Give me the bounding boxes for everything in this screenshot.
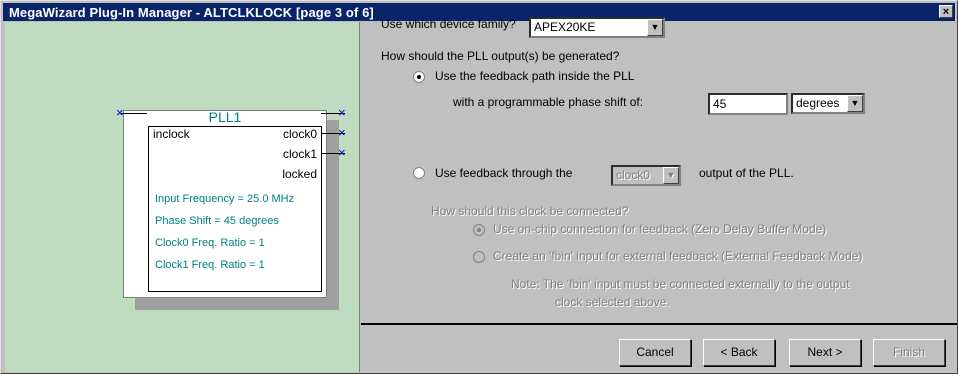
next-button[interactable]: Next > xyxy=(789,339,861,366)
radio-fbin-label: Create an 'fbin' input for external feed… xyxy=(493,249,863,263)
info-clock1-ratio: Clock1 Freq. Ratio = 1 xyxy=(155,259,265,271)
finish-button[interactable]: Finish xyxy=(873,339,945,366)
info-input-frequency: Input Frequency = 25.0 MHz xyxy=(155,193,295,205)
phase-shift-input[interactable]: 45 xyxy=(708,93,788,115)
port-clock0: clock0 xyxy=(282,127,317,141)
port-inclock: inclock xyxy=(153,127,190,141)
note-line-2: clock selected above. xyxy=(555,295,670,309)
phase-shift-label: with a programmable phase shift of: xyxy=(453,95,644,109)
output-question: How should the PLL output(s) be generate… xyxy=(381,49,620,63)
family-question: Use which device family? xyxy=(381,17,516,31)
radio-zero-delay[interactable] xyxy=(473,224,485,236)
radio-internal-feedback[interactable] xyxy=(413,71,425,83)
note-line-1: Note: The 'fbin' input must be connected… xyxy=(511,277,850,291)
cancel-button[interactable]: Cancel xyxy=(619,339,691,366)
external-feedback-suffix: output of the PLL. xyxy=(699,166,794,180)
phase-unit-select[interactable]: degrees ▼ xyxy=(791,93,865,114)
connect-question: How should this clock be connected? xyxy=(431,204,629,218)
feedback-clock-select[interactable]: clock0 ▼ xyxy=(611,165,681,186)
window-title: MegaWizard Plug-In Manager - ALTCLKLOCK … xyxy=(9,4,374,20)
wizard-window: MegaWizard Plug-In Manager - ALTCLKLOCK … xyxy=(0,0,958,374)
radio-fbin[interactable] xyxy=(473,251,485,263)
symbol-name: PLL1 xyxy=(208,109,242,125)
radio-external-feedback[interactable] xyxy=(413,167,425,179)
pin-marker-clock1[interactable]: × xyxy=(338,126,346,139)
radio-internal-feedback-label: Use the feedback path inside the PLL xyxy=(435,69,635,83)
info-clock0-ratio: Clock0 Freq. Ratio = 1 xyxy=(155,237,265,249)
symbol-body: inclock clock0 clock1 locked Input Frequ… xyxy=(148,126,322,292)
radio-zero-delay-label: Use on-chip connection for feedback (Zer… xyxy=(493,222,827,236)
info-phase-shift: Phase Shift = 45 degrees xyxy=(155,215,279,227)
chevron-down-icon[interactable]: ▼ xyxy=(647,19,663,36)
device-family-select[interactable]: APEX20KE ▼ xyxy=(529,17,665,38)
radio-external-feedback-label: Use feedback through the xyxy=(435,166,573,180)
close-button[interactable]: × xyxy=(939,5,953,18)
feedback-clock-value: clock0 xyxy=(616,168,651,182)
device-family-value: APEX20KE xyxy=(534,20,596,34)
port-locked: locked xyxy=(282,167,317,181)
symbol-preview-pane: PLL1 inclock clock0 clock1 locked Input … xyxy=(5,22,360,372)
chevron-down-icon[interactable]: ▼ xyxy=(847,95,863,112)
pin-line-inclock xyxy=(121,113,147,114)
pin-marker-locked[interactable]: × xyxy=(338,146,346,159)
pin-marker-clock0[interactable]: × xyxy=(338,106,346,119)
button-separator xyxy=(361,323,957,325)
back-button[interactable]: < Back xyxy=(703,339,775,366)
port-clock1: clock1 xyxy=(282,147,317,161)
pin-marker-inclock[interactable]: × xyxy=(116,106,124,119)
chevron-down-icon[interactable]: ▼ xyxy=(663,167,679,184)
phase-unit-value: degrees xyxy=(796,96,840,110)
pll-symbol: PLL1 inclock clock0 clock1 locked Input … xyxy=(123,109,327,298)
